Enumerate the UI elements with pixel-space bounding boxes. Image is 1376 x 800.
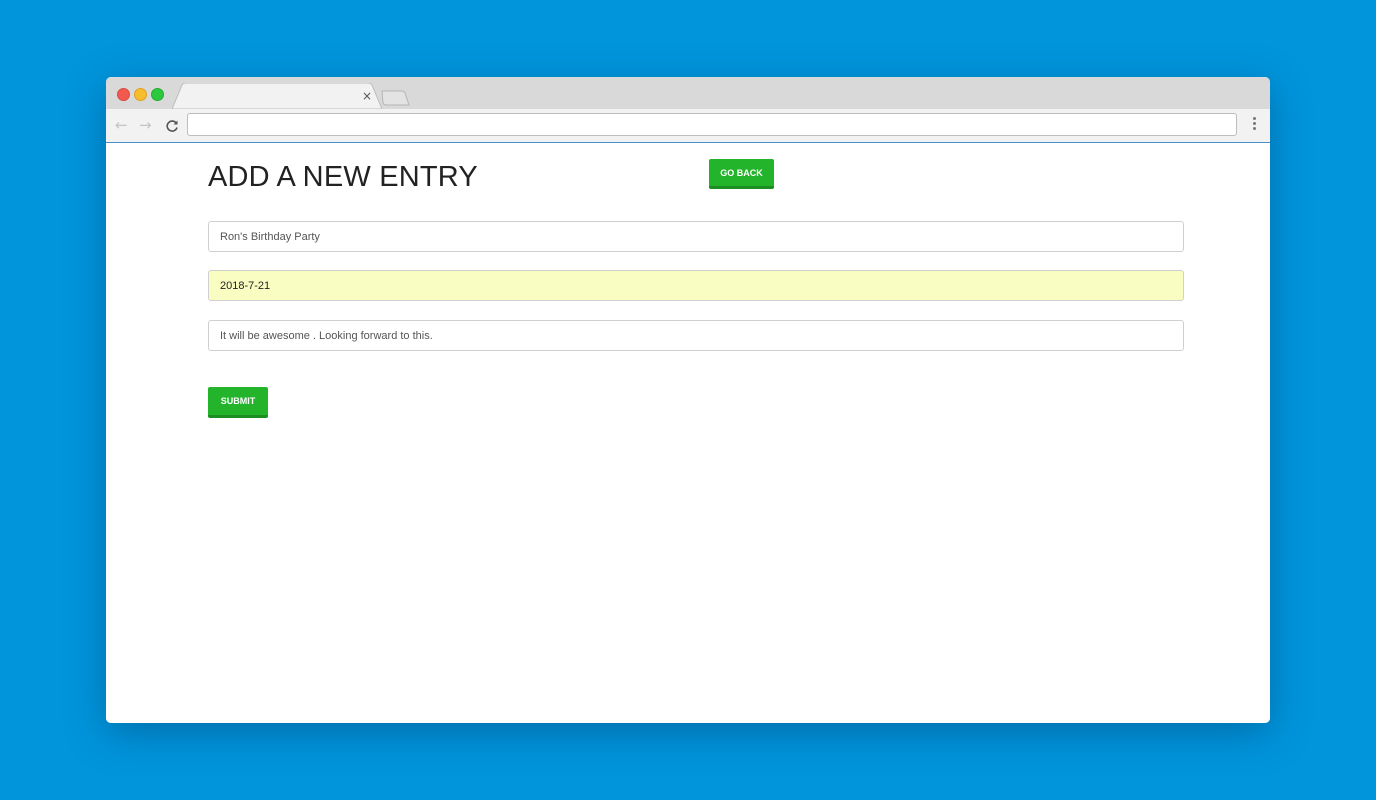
browser-menu-icon[interactable] <box>1253 117 1256 132</box>
menu-dot <box>1253 122 1256 125</box>
entry-date-input[interactable] <box>208 270 1184 301</box>
browser-titlebar: × <box>106 77 1270 109</box>
browser-window: × ← → ADD A NEW ENTRY GO BACK SUBMIT <box>106 77 1270 723</box>
address-bar[interactable] <box>187 113 1237 136</box>
go-back-button[interactable]: GO BACK <box>709 159 774 189</box>
entry-description-input[interactable] <box>208 320 1184 351</box>
entry-title-input[interactable] <box>208 221 1184 252</box>
new-tab-button[interactable] <box>380 90 410 106</box>
back-arrow-icon[interactable]: ← <box>115 116 128 134</box>
submit-button[interactable]: SUBMIT <box>208 387 268 418</box>
menu-dot <box>1253 127 1256 130</box>
menu-dot <box>1253 117 1256 120</box>
browser-toolbar: ← → <box>106 109 1270 143</box>
tab-shape <box>172 83 382 109</box>
forward-arrow-icon[interactable]: → <box>139 116 152 134</box>
close-window-button[interactable] <box>117 88 130 101</box>
page-title: ADD A NEW ENTRY <box>208 161 478 193</box>
tab-close-icon[interactable]: × <box>362 89 372 103</box>
maximize-window-button[interactable] <box>151 88 164 101</box>
minimize-window-button[interactable] <box>134 88 147 101</box>
page-content: ADD A NEW ENTRY GO BACK SUBMIT <box>106 143 1270 723</box>
reload-icon[interactable] <box>165 119 179 133</box>
browser-tab[interactable]: × <box>172 83 382 109</box>
